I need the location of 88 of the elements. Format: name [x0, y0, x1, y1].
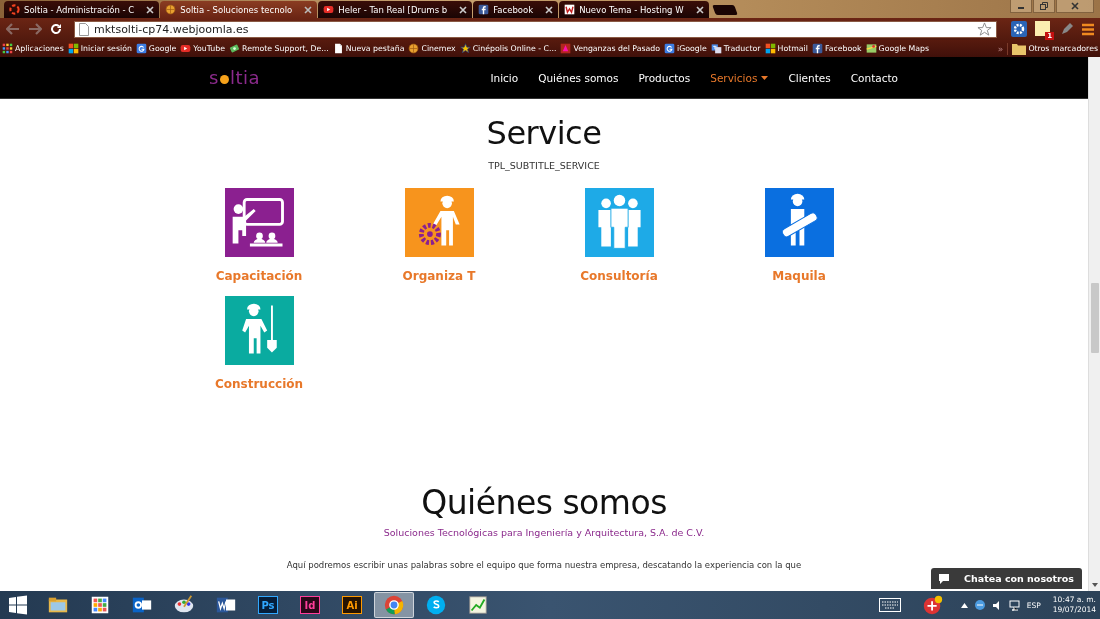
- tab-title: Heler - Tan Real [Drums b: [338, 4, 448, 15]
- scroll-down-icon[interactable]: [1091, 582, 1099, 588]
- google-g-icon: [135, 43, 147, 54]
- keyboard-icon[interactable]: [878, 598, 901, 612]
- taskbar-button[interactable]: Ai: [332, 592, 372, 618]
- page-icon: [332, 43, 344, 54]
- section-title: Service: [486, 114, 602, 152]
- close-icon[interactable]: [695, 5, 704, 14]
- browser-tab[interactable]: Soltia - Administración - C: [4, 1, 160, 18]
- chart-app-icon: [467, 594, 489, 616]
- browser-tab[interactable]: Nuevo Tema - Hosting W: [559, 1, 709, 18]
- chat-bubble-icon: [938, 573, 951, 584]
- warning-badge-icon: [921, 594, 944, 616]
- section-subtitle: TPL_SUBTITLE_SERVICE: [488, 160, 600, 171]
- sticky-note-icon[interactable]: [1035, 20, 1050, 36]
- start-icon[interactable]: [8, 595, 28, 615]
- windows-logo-icon: [764, 43, 776, 54]
- more-bookmarks-button[interactable]: »: [997, 43, 1004, 54]
- play-icon: [323, 4, 335, 15]
- tab-title: Soltia - Administración - C: [24, 4, 135, 15]
- nav-link[interactable]: Servicios: [710, 71, 769, 84]
- apps-grid-icon: [2, 43, 13, 54]
- app-logo: Id: [300, 596, 320, 614]
- new-tab-button[interactable]: [711, 5, 738, 15]
- section-title: Quiénes somos: [421, 483, 667, 522]
- browser-tab[interactable]: Heler - Tan Real [Drums b: [318, 1, 473, 18]
- forward-icon[interactable]: [28, 23, 42, 35]
- restore-icon: [1039, 1, 1049, 11]
- star-icon[interactable]: [977, 21, 992, 37]
- nav-link[interactable]: Clientes: [788, 71, 831, 84]
- windows-logo-icon: [67, 43, 79, 54]
- page-icon: [79, 22, 89, 36]
- settings-icon[interactable]: [1011, 21, 1027, 37]
- app-logo: Ai: [342, 596, 362, 614]
- service-tile[interactable]: [224, 296, 294, 365]
- nav-link[interactable]: Productos: [638, 71, 691, 84]
- reload-icon[interactable]: [50, 23, 62, 35]
- tab-title: Nuevo Tema - Hosting W: [579, 4, 684, 15]
- nav-link[interactable]: Contacto: [850, 71, 898, 84]
- emblem-icon: [560, 43, 572, 54]
- service-tile[interactable]: [584, 188, 654, 257]
- section-subtitle: Soluciones Tecnológicas para Ingeniería y Arquitectura, S.A. de C.V.: [383, 527, 705, 538]
- service-tile[interactable]: [404, 188, 474, 257]
- browser-tab[interactable]: Facebook: [473, 1, 559, 18]
- scrollbar[interactable]: [1088, 57, 1100, 591]
- play-icon: [180, 43, 192, 54]
- close-button[interactable]: [1056, 0, 1094, 13]
- close-icon: [1070, 1, 1080, 11]
- back-icon[interactable]: [6, 23, 20, 35]
- app-grid-icon: [89, 594, 111, 616]
- minimize-button[interactable]: [1010, 0, 1032, 13]
- network-status-icon[interactable]: [973, 599, 986, 611]
- nav-link[interactable]: Inicio: [490, 71, 519, 84]
- tab-title: Soltia - Soluciones tecnolo: [180, 4, 293, 15]
- menu-icon[interactable]: [1082, 22, 1094, 36]
- browser-icon: [383, 594, 405, 616]
- folder-icon: [1012, 42, 1027, 55]
- skype-icon: [425, 594, 447, 616]
- scrollbar-thumb[interactable]: [1091, 283, 1099, 353]
- close-icon[interactable]: [146, 5, 155, 14]
- address-bar[interactable]: mktsolti-cp74.webjoomla.es: [74, 20, 997, 38]
- taskbar-button[interactable]: Ps: [248, 592, 288, 618]
- globe-icon: [165, 4, 177, 15]
- taskbar-button[interactable]: Id: [290, 592, 330, 618]
- close-icon[interactable]: [545, 5, 554, 14]
- network-icon[interactable]: [1008, 599, 1021, 611]
- app-logo: Ps: [258, 596, 278, 614]
- url-text: mktsolti-cp74.webjoomla.es: [94, 22, 250, 36]
- translate-icon: [710, 43, 722, 54]
- browser-tab[interactable]: Soltia - Soluciones tecnolo: [160, 1, 318, 18]
- service-tile[interactable]: [224, 188, 294, 257]
- map-icon: [865, 43, 877, 54]
- money-icon: [229, 43, 241, 54]
- paragraph: Aquí podremos escribir unas palabras sobre el equipo que forma nuestra empresa, descatando la experiencia con la que: [286, 560, 802, 570]
- restore-button[interactable]: [1033, 0, 1055, 13]
- facebook-icon: [478, 4, 490, 15]
- chat-button[interactable]: Chatea con nosotros: [931, 568, 1082, 589]
- google-g-icon: [664, 43, 676, 54]
- close-icon[interactable]: [304, 5, 313, 14]
- service-tile[interactable]: [764, 188, 834, 257]
- nav-link[interactable]: Quiénes somos: [538, 71, 619, 84]
- facebook-icon: [811, 43, 823, 54]
- pen-icon[interactable]: [1060, 22, 1074, 36]
- tab-title: Facebook: [493, 4, 534, 15]
- show-hidden-icons-icon[interactable]: [960, 602, 968, 608]
- star-icon: [459, 43, 471, 54]
- globe-icon: [408, 43, 420, 54]
- close-icon[interactable]: [459, 5, 468, 14]
